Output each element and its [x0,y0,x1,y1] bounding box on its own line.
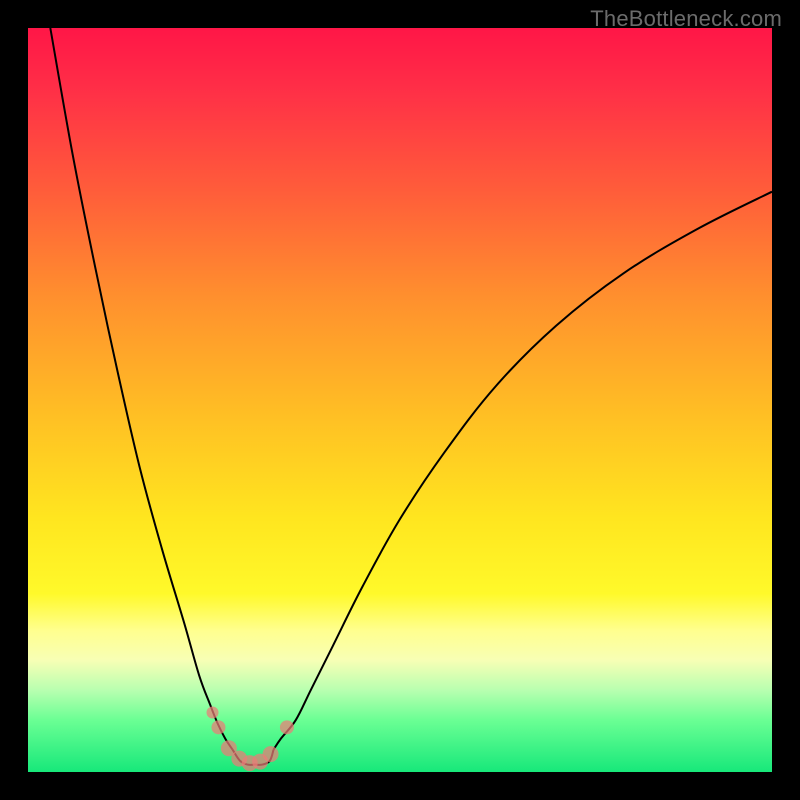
valley-marker [207,706,219,718]
curve-left-branch [50,28,232,750]
curve-right-branch [274,192,772,750]
plot-area [28,28,772,772]
valley-marker [211,720,225,734]
valley-marker [280,720,294,734]
valley-marker [263,746,279,762]
watermark-text: TheBottleneck.com [590,6,782,32]
chart-svg [28,28,772,772]
